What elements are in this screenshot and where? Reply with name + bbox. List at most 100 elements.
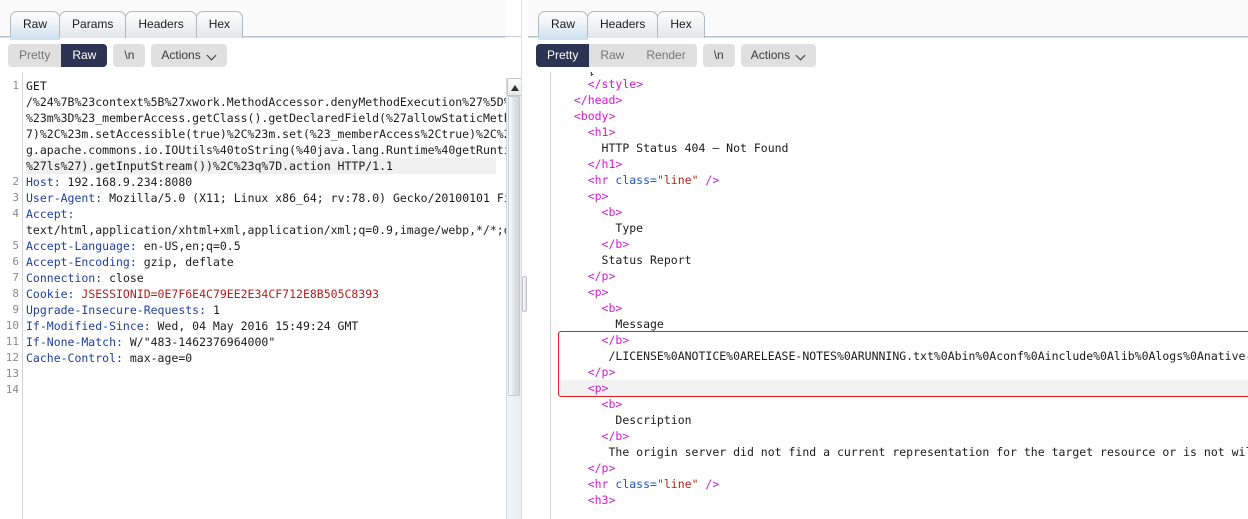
html-string: "line": [656, 477, 699, 491]
html-tag: </p>: [587, 461, 616, 475]
response-actions-button[interactable]: Actions: [740, 43, 817, 67]
line-number: 7: [12, 271, 19, 284]
request-tab-hex[interactable]: Hex: [195, 11, 244, 38]
code-line: </style>: [560, 76, 1248, 92]
request-scrollbar-thumb[interactable]: [508, 96, 520, 396]
code-line: </p>: [560, 268, 1248, 284]
code-line: <h3>: [560, 492, 1248, 508]
response-raw-button[interactable]: Raw: [589, 43, 636, 67]
request-vertical-scrollbar[interactable]: [506, 78, 522, 519]
line-number: 11: [5, 335, 19, 348]
request-actions-button[interactable]: Actions: [151, 43, 227, 67]
line-number: [0, 158, 19, 174]
code-line: <p>: [560, 380, 1248, 396]
header-value: Mozilla/5.0 (X11; Linux x86_64; rv:78.0)…: [109, 191, 506, 205]
html-tag: <b>: [601, 397, 623, 411]
code-line: %27ls%27).getInputStream())%2C%23q%7D.ac…: [26, 158, 496, 174]
code-line: /LICENSE%0ANOTICE%0ARELEASE-NOTES%0ARUNN…: [560, 348, 1248, 364]
response-tabstrip: Raw Headers Hex: [528, 0, 1248, 40]
html-attribute: class=: [615, 173, 657, 187]
request-toolbar: Pretty Raw \n Actions: [0, 38, 506, 72]
line-number: 5: [12, 239, 19, 252]
code-line: <body>: [560, 108, 1248, 124]
code-text: /LICENSE%0ANOTICE%0ARELEASE-NOTES%0ARUNN…: [608, 349, 1248, 363]
response-tab-headers-label: Headers: [600, 17, 646, 31]
html-string: "line": [656, 173, 699, 187]
code-line: </b>: [560, 428, 1248, 444]
chevron-down-icon: [797, 51, 806, 60]
line-number: 13: [5, 367, 19, 380]
code-line: Host: 192.168.9.234:8080: [26, 174, 496, 190]
splitter-grip-handle[interactable]: [522, 276, 527, 312]
request-tab-params[interactable]: Params: [59, 11, 127, 38]
html-tag: </h1>: [587, 157, 623, 171]
code-line: <h1>: [560, 124, 1248, 140]
line-number: 14: [5, 383, 19, 396]
response-tab-hex[interactable]: Hex: [657, 11, 705, 38]
code-line: text/html,application/xhtml+xml,applicat…: [26, 222, 506, 238]
line-number: [0, 94, 19, 110]
code-line: Message: [560, 316, 1248, 332]
response-pretty-button[interactable]: Pretty: [536, 43, 590, 67]
html-tag: </b>: [601, 237, 630, 251]
html-tag: </head>: [573, 93, 623, 107]
code-line: If-None-Match: W/"483-1462376964000": [26, 334, 496, 350]
code-text: The origin server did not find a current…: [608, 445, 1248, 459]
scroll-up-arrow-icon[interactable]: [507, 78, 522, 96]
request-code-area[interactable]: 1 2 3 4 5 6 7 8 9 10 11 12 13 14 GET/%24%7B%23context…: [0, 72, 506, 519]
request-tab-headers[interactable]: Headers: [125, 11, 197, 38]
request-tab-params-label: Params: [72, 17, 114, 31]
request-tab-raw[interactable]: Raw: [10, 11, 61, 40]
code-line: Accept:: [26, 206, 496, 222]
response-newline-button[interactable]: \n: [702, 43, 735, 67]
request-line-number-gutter: 1 2 3 4 5 6 7 8 9 10 11 12 13 14: [0, 72, 19, 519]
line-number: 8: [12, 287, 19, 300]
code-line: <p>: [560, 284, 1248, 300]
header-key: Cache-Control:: [26, 351, 123, 365]
line-number: 1: [12, 79, 19, 92]
html-tag: <hr: [587, 477, 616, 491]
response-tab-headers[interactable]: Headers: [587, 11, 659, 38]
request-tab-hex-label: Hex: [208, 17, 231, 31]
header-key: Accept:: [26, 207, 75, 221]
header-value: 1: [206, 303, 220, 317]
line-number: 6: [12, 255, 19, 268]
response-code-area[interactable]: } </style> </head> <body> <h1> HTTP Stat…: [528, 72, 1248, 519]
splitter-line: [521, 0, 522, 519]
code-line: Description: [560, 412, 1248, 428]
response-panel: Raw Headers Hex Pretty Raw Render \n Act…: [528, 0, 1248, 519]
header-key: If-None-Match:: [26, 335, 123, 349]
request-pretty-button[interactable]: Pretty: [8, 43, 62, 67]
html-tag: </style>: [587, 77, 644, 91]
header-value: max-age=0: [122, 351, 193, 365]
code-line: <p>: [560, 188, 1248, 204]
html-tag: <body>: [573, 109, 616, 123]
code-line: HTTP Status 404 – Not Found: [560, 140, 1248, 156]
html-tag: <p>: [587, 381, 609, 395]
panel-splitter[interactable]: [521, 0, 528, 519]
response-render-button[interactable]: Render: [635, 43, 697, 67]
request-raw-button[interactable]: Raw: [61, 43, 108, 67]
code-line: Accept-Language: en-US,en;q=0.5: [26, 238, 496, 254]
html-tag: <b>: [601, 205, 623, 219]
code-line: /%24%7B%23context%5B%27xwork.MethodAcces…: [26, 94, 506, 110]
header-key: Accept-Language:: [26, 239, 137, 253]
line-number: [0, 222, 19, 238]
response-tab-hex-label: Hex: [670, 17, 692, 31]
html-tag: </p>: [587, 365, 616, 379]
code-line: User-Agent: Mozilla/5.0 (X11; Linux x86_…: [26, 190, 506, 206]
request-newline-button[interactable]: \n: [113, 43, 146, 67]
code-line: Upgrade-Insecure-Requests: 1: [26, 302, 496, 318]
response-tab-raw[interactable]: Raw: [538, 11, 589, 40]
